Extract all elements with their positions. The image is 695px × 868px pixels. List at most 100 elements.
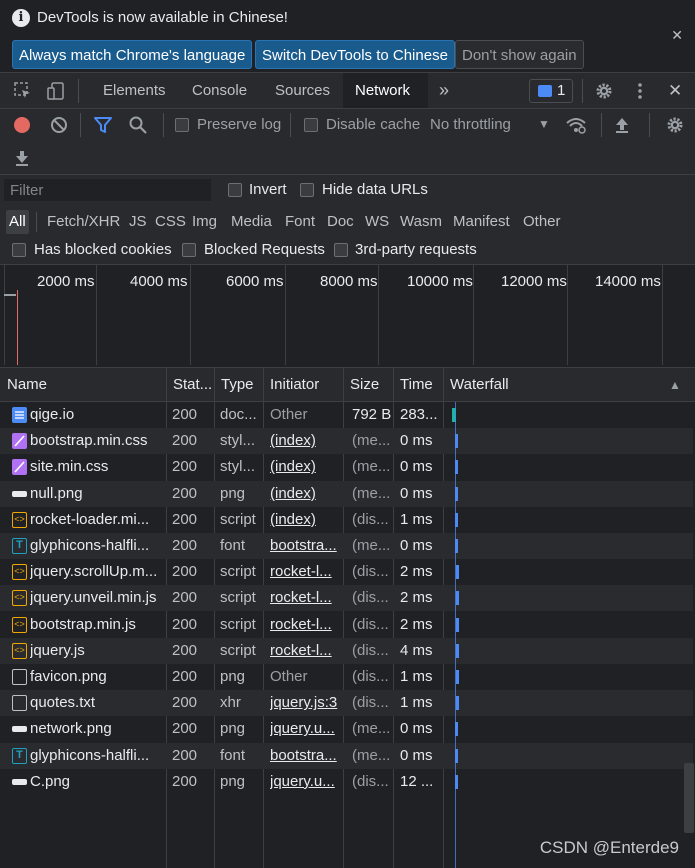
type-filter-wasm[interactable]: Wasm [397,210,445,234]
sort-ascending-icon[interactable]: ▲ [662,368,692,402]
table-row[interactable]: <> bootstrap.min.js 200 script rocket-l... (d… [0,612,693,638]
search-icon[interactable] [128,115,148,135]
more-options-icon[interactable] [630,81,650,101]
switch-to-chinese-button[interactable]: Switch DevTools to Chinese [255,40,455,69]
request-initiator[interactable]: (index) [270,454,344,480]
request-status: 200 [172,406,198,423]
type-filter-ws[interactable]: WS [362,210,392,234]
request-initiator[interactable]: rocket-l... [270,585,344,611]
tab-elements[interactable]: Elements [91,73,178,108]
throttling-dropdown-icon[interactable]: ▼ [538,117,550,131]
overview-gridline [662,265,663,365]
always-match-language-button[interactable]: Always match Chrome's language [12,40,253,69]
request-initiator[interactable]: (index) [270,481,344,507]
toolbar-divider [601,113,602,137]
network-overview[interactable]: 2000 ms 4000 ms 6000 ms 8000 ms 10000 ms… [0,265,695,368]
throttling-select[interactable]: No throttling [430,116,511,133]
clear-icon[interactable] [49,115,69,135]
issues-icon [538,85,552,97]
type-filter-media[interactable]: Media [228,210,275,234]
table-row[interactable]: Tglyphicons-halfli... 200 font bootstra... (… [0,533,693,559]
blocked-requests-checkbox[interactable] [182,243,196,257]
type-filter-css[interactable]: CSS [152,210,189,234]
image-icon [12,726,27,733]
third-party-requests-checkbox[interactable] [334,243,348,257]
import-har-icon[interactable] [612,115,632,135]
waterfall-dom-content-line [455,402,456,868]
column-header-waterfall[interactable]: Waterfall [443,368,643,402]
table-row[interactable]: null.png 200 png (index) (me... 0 ms [0,480,693,507]
request-initiator[interactable]: rocket-l... [270,612,344,638]
column-header-name[interactable]: Name [0,368,166,402]
type-filter-manifest[interactable]: Manifest [450,210,513,234]
filter-icon[interactable] [93,115,113,135]
close-devtools-icon[interactable]: ✕ [656,73,694,108]
table-row[interactable]: Tglyphicons-halfli... 200 font bootstra... (… [0,742,693,769]
dont-show-again-button[interactable]: Don't show again [455,40,584,69]
column-header-status[interactable]: Stat... [166,368,214,402]
column-header-type[interactable]: Type [214,368,263,402]
request-name: glyphicons-halfli... [30,537,150,554]
table-row[interactable]: C.png 200 png jquery.u... (dis... 12 ... [0,769,693,795]
table-row[interactable]: network.png 200 png jquery.u... (me... 0 ms [0,716,693,742]
disable-cache-checkbox[interactable] [304,118,318,132]
request-initiator[interactable]: rocket-l... [270,638,344,664]
type-filter-all[interactable]: All [6,210,29,234]
request-time: 1 ms [400,694,433,712]
invert-checkbox[interactable] [228,183,242,197]
request-initiator[interactable]: jquery.u... [270,769,344,795]
column-header-initiator[interactable]: Initiator [263,368,343,402]
table-row[interactable]: <> jquery.js 200 script rocket-l... (dis... 4 … [0,637,693,664]
column-header-size[interactable]: Size [343,368,393,402]
tab-network[interactable]: Network [343,73,428,108]
request-time: 0 ms [400,484,433,502]
inspect-element-icon[interactable] [13,81,33,101]
network-conditions-icon[interactable] [566,115,586,135]
waterfall-scrollbar[interactable] [684,763,694,833]
request-initiator[interactable]: bootstra... [270,533,344,559]
type-filter-other[interactable]: Other [520,210,564,234]
request-initiator[interactable]: (index) [270,507,344,533]
request-initiator[interactable]: bootstra... [270,743,344,769]
type-filter-font[interactable]: Font [282,210,318,234]
infobar-message: DevTools is now available in Chinese! [37,9,288,26]
table-row[interactable]: <> jquery.unveil.min.js 200 script rocket-l.… [0,585,693,612]
request-status: 200 [172,772,198,790]
column-header-time[interactable]: Time [393,368,443,402]
script-icon: <> [12,616,27,633]
has-blocked-cookies-checkbox[interactable] [12,243,26,257]
issues-badge[interactable]: 1 [529,79,573,103]
table-row[interactable]: qige.io 200 doc... Other 792 B 283... [0,402,693,428]
record-icon[interactable] [12,115,32,135]
type-filter-img[interactable]: Img [189,210,220,234]
table-row[interactable]: <> jquery.scrollUp.m... 200 script rocket-l.… [0,559,693,585]
device-toolbar-icon[interactable] [46,81,66,101]
type-filter-js[interactable]: JS [126,210,150,234]
infobar-close-icon[interactable]: ✕ [671,27,683,44]
request-size: (me... [352,432,391,450]
type-filter-doc[interactable]: Doc [324,210,357,234]
overview-tick-label: 2000 ms [37,273,95,290]
overview-tick-label: 4000 ms [130,273,188,290]
request-initiator[interactable]: (index) [270,428,344,454]
table-row[interactable]: favicon.png 200 png Other (dis... 1 ms [0,664,693,690]
table-row[interactable]: <> rocket-loader.mi... 200 script (index) (di… [0,507,693,533]
network-settings-gear-icon[interactable] [665,115,685,135]
tab-console[interactable]: Console [180,73,259,108]
table-row[interactable]: bootstrap.min.css 200 styl... (index) (me...… [0,428,693,455]
preserve-log-checkbox[interactable] [175,118,189,132]
tab-sources[interactable]: Sources [263,73,342,108]
filter-input[interactable] [4,179,211,201]
request-initiator[interactable]: jquery.js:3 [270,690,344,716]
hide-data-urls-checkbox[interactable] [300,183,314,197]
export-har-icon[interactable] [12,148,32,168]
request-initiator[interactable]: jquery.u... [270,716,344,742]
table-row[interactable]: quotes.txt 200 xhr jquery.js:3 (dis... 1 ms [0,690,693,717]
type-filter-fetch-xhr[interactable]: Fetch/XHR [44,210,123,234]
info-icon: i [12,9,30,27]
settings-gear-icon[interactable] [594,81,614,101]
more-tabs-icon[interactable]: » [427,73,461,108]
waterfall-bar [456,670,459,684]
table-row[interactable]: site.min.css 200 styl... (index) (me... 0 ms [0,454,693,480]
request-initiator[interactable]: rocket-l... [270,559,344,585]
